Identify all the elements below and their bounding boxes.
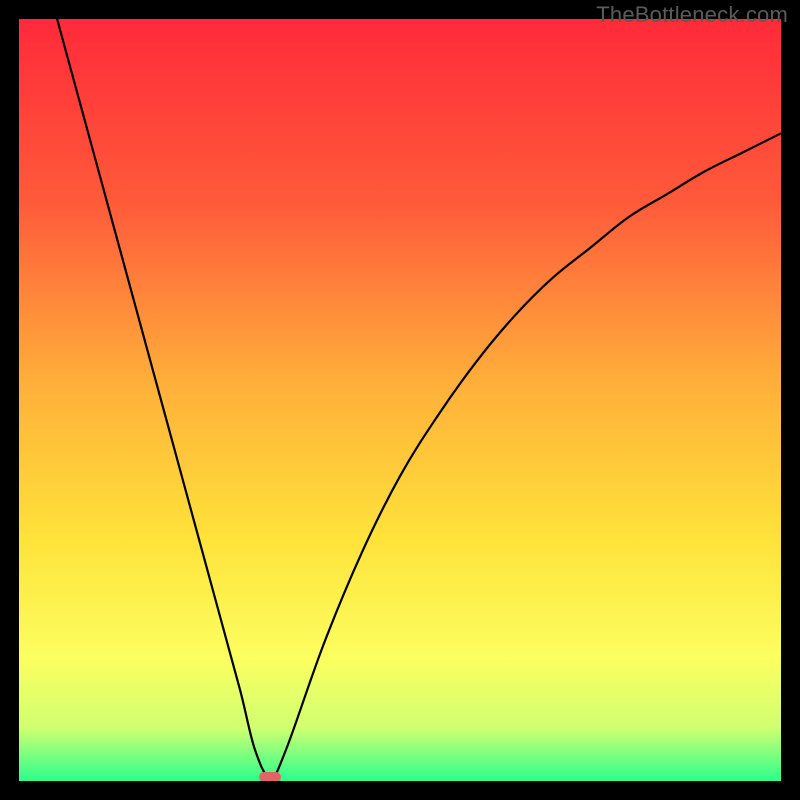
chart-svg [19, 19, 781, 781]
chart-frame: TheBottleneck.com [0, 0, 800, 800]
minimum-marker [259, 772, 281, 781]
watermark-text: TheBottleneck.com [596, 2, 788, 28]
gradient-background [19, 19, 781, 781]
plot-area [19, 19, 781, 781]
